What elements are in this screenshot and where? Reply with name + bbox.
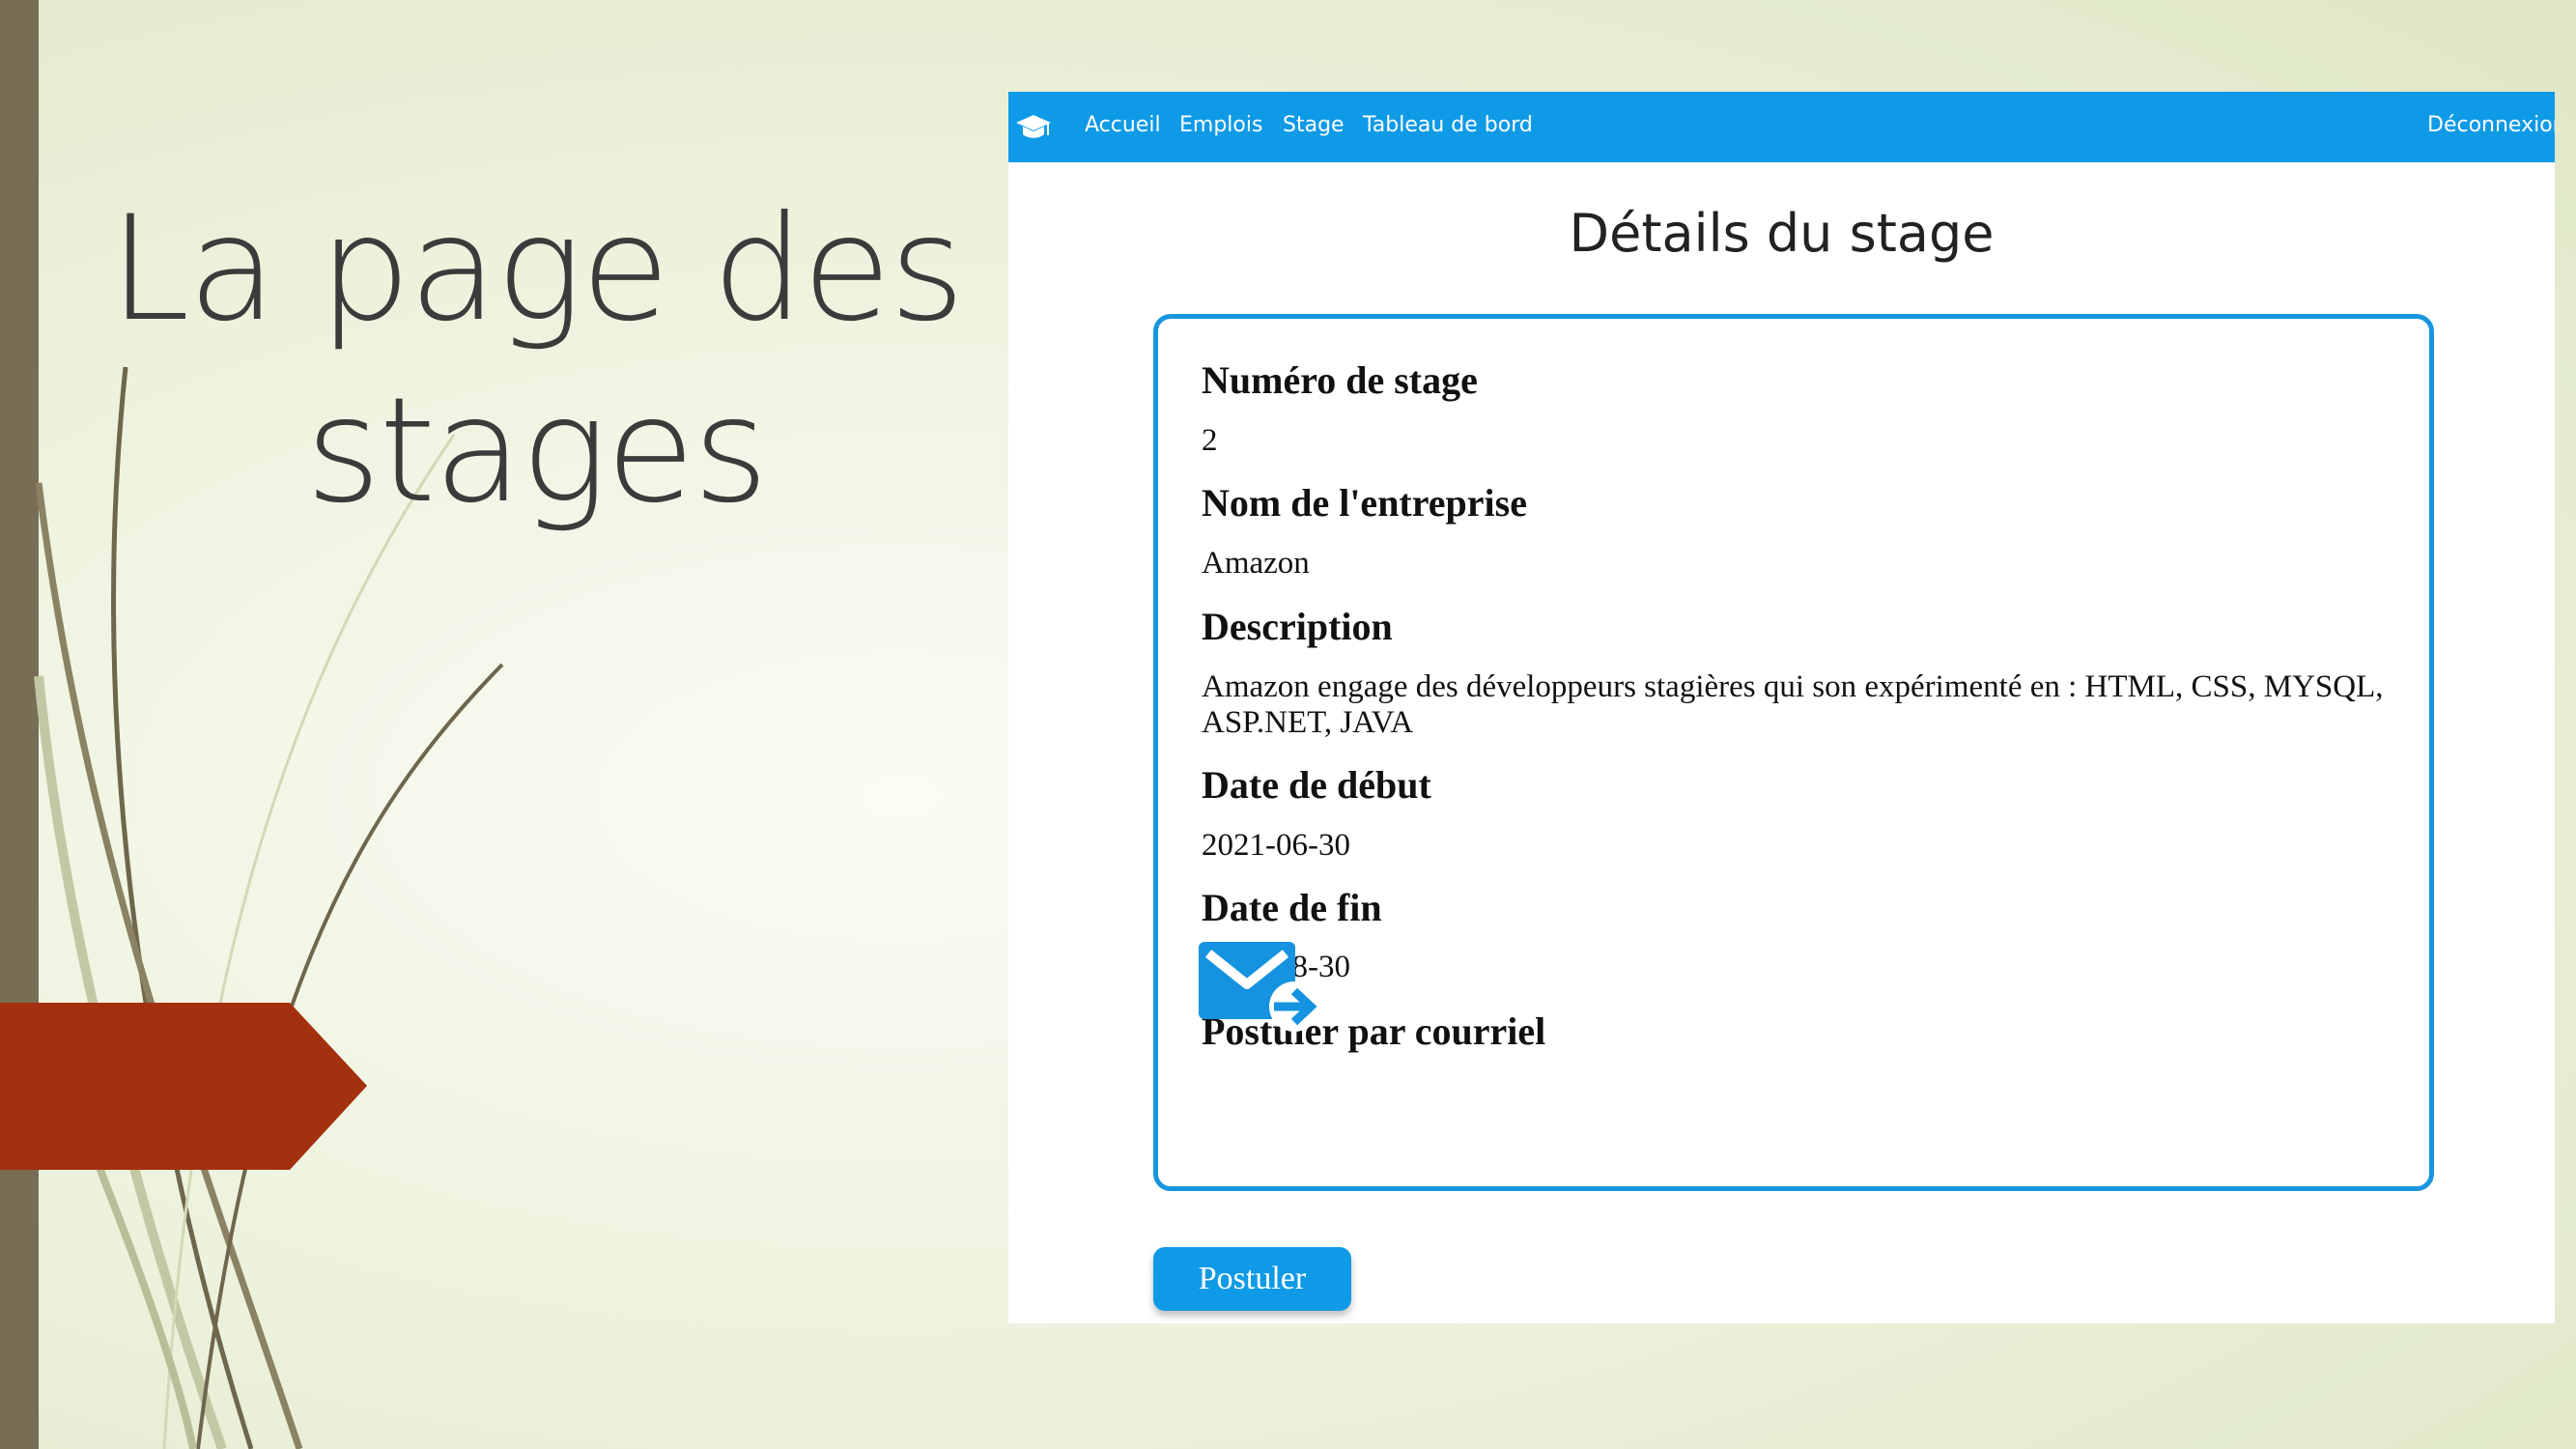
field-label-company-name: Nom de l'entreprise: [1202, 481, 1527, 525]
send-mail-icon[interactable]: [1197, 940, 1322, 1037]
field-label-internship-number: Numéro de stage: [1202, 358, 1478, 402]
field-value-internship-number: 2: [1202, 423, 1218, 458]
internship-details-card: Numéro de stage 2 Nom de l'entreprise Am…: [1153, 314, 2434, 1191]
apply-button[interactable]: Postuler: [1153, 1247, 1351, 1311]
field-value-description: Amazon engage des développeurs stagières…: [1202, 669, 2384, 740]
logout-link[interactable]: Déconnexion: [2427, 113, 2555, 137]
slide-title: La page des stages: [39, 179, 1033, 542]
nav-link-tableau-de-bord[interactable]: Tableau de bord: [1363, 113, 1533, 137]
slide-title-line-1: La page des: [109, 185, 965, 354]
app-screenshot: Accueil Emplois Stage Tableau de bord Dé…: [1008, 92, 2555, 1323]
field-value-company-name: Amazon: [1202, 546, 1310, 581]
field-label-start-date: Date de début: [1202, 763, 1431, 807]
page-title: Détails du stage: [1569, 203, 1995, 264]
nav-link-stage[interactable]: Stage: [1283, 113, 1345, 137]
nav-link-emplois[interactable]: Emplois: [1179, 113, 1262, 137]
slide-title-line-2: stages: [305, 367, 768, 535]
field-value-start-date: 2021-06-30: [1202, 828, 1350, 863]
field-value-end-date: 2022-08-30: [1202, 950, 2390, 985]
field-label-end-date: Date de fin: [1202, 886, 1382, 929]
decorative-arrow: [0, 1003, 367, 1170]
field-label-description: Description: [1202, 605, 1393, 648]
nav-link-accueil[interactable]: Accueil: [1085, 113, 1161, 137]
navbar: Accueil Emplois Stage Tableau de bord Dé…: [1008, 92, 2555, 162]
graduation-cap-icon[interactable]: [1014, 109, 1053, 144]
